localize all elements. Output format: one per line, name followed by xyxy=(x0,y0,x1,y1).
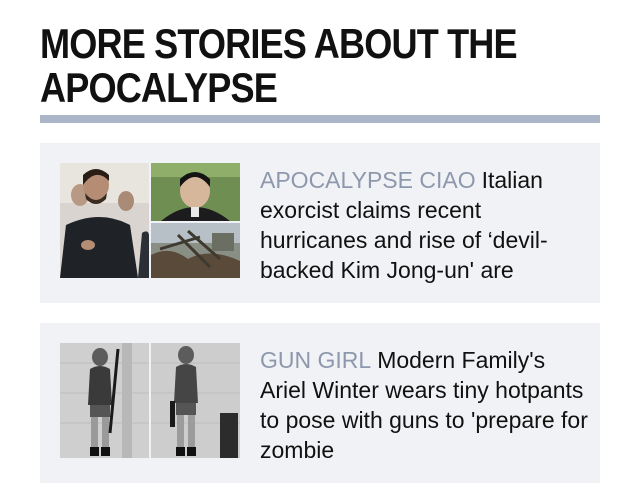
story-kicker[interactable]: GUN GIRL xyxy=(260,347,371,373)
story-card-gun-girl[interactable]: GUN GIRL Modern Family's Ariel Winter wea… xyxy=(40,323,600,483)
story-headline-apocalypse-ciao[interactable]: APOCALYPSE CIAO Italian exorcist claims r… xyxy=(260,165,590,285)
story-card-apocalypse-ciao[interactable]: APOCALYPSE CIAO Italian exorcist claims r… xyxy=(40,143,600,303)
section-title: MORE STORIES ABOUT THE APOCALYPSE xyxy=(40,20,518,111)
title-divider xyxy=(40,115,600,123)
story-headline-gun-girl[interactable]: GUN GIRL Modern Family's Ariel Winter wea… xyxy=(260,345,590,465)
story-thumbnail-gun-girl[interactable] xyxy=(60,343,240,458)
story-kicker[interactable]: APOCALYPSE CIAO xyxy=(260,167,476,193)
story-thumbnail-apocalypse-ciao[interactable] xyxy=(60,163,240,278)
